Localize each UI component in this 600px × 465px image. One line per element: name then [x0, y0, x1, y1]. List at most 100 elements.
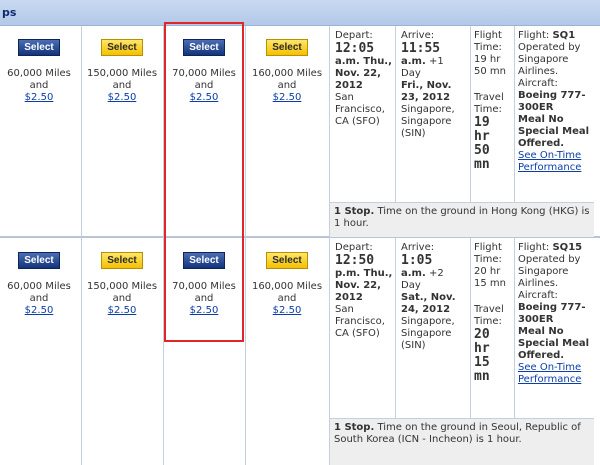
time-info: Flight Time: 19 hr 50 mn Travel Time: 19…	[474, 30, 512, 172]
fare-option: Select 160,000 Miles and $2.50	[246, 252, 328, 316]
flight-row: Select 60,000 Miles and $2.50 Select 150…	[0, 238, 600, 465]
ontime-link[interactable]: See On-Time Performance	[518, 362, 596, 386]
ontime-link[interactable]: See On-Time Performance	[518, 150, 596, 174]
operated-by: Operated by Singapore Airlines.	[518, 42, 581, 77]
fare-option: Select 150,000 Miles and $2.50	[82, 39, 162, 103]
miles-amount: 70,000 Miles	[172, 68, 236, 79]
miles-amount: 70,000 Miles	[172, 281, 236, 292]
depart-date: Nov. 22, 2012	[335, 280, 381, 303]
select-button[interactable]: Select	[183, 252, 225, 269]
flight-number: SQ1	[552, 30, 576, 41]
and-label: and	[112, 293, 132, 304]
stop-count: 1 Stop.	[334, 206, 375, 217]
aircraft-type: Boeing 777-300ER	[518, 90, 586, 113]
depart-info: Depart: 12:05 a.m. Thu., Nov. 22, 2012 S…	[335, 30, 393, 128]
select-button[interactable]: Select	[18, 252, 60, 269]
tax-price-link[interactable]: $2.50	[0, 92, 78, 103]
tax-price-link[interactable]: $2.50	[82, 305, 162, 316]
select-button[interactable]: Select	[101, 39, 143, 56]
depart-date: Nov. 22, 2012	[335, 68, 381, 91]
arrive-day-label: Day	[401, 280, 421, 291]
arrive-time: 11:55	[401, 41, 441, 56]
column-divider	[470, 238, 471, 418]
tax-price-link[interactable]: $2.50	[246, 92, 328, 103]
miles-amount: 160,000 Miles	[251, 68, 323, 79]
and-label: and	[194, 293, 214, 304]
and-label: and	[277, 293, 297, 304]
travel-time-label: Travel Time:	[474, 304, 504, 327]
flight-label: Flight:	[518, 242, 550, 253]
stop-count: 1 Stop.	[334, 422, 375, 433]
time-info: Flight Time: 20 hr 15 mn Travel Time: 20…	[474, 242, 512, 384]
select-button[interactable]: Select	[266, 39, 308, 56]
depart-info: Depart: 12:50 p.m. Thu., Nov. 22, 2012 S…	[335, 242, 393, 340]
arrive-day-label: Day	[401, 68, 421, 79]
and-label: and	[29, 293, 49, 304]
arrive-place: Singapore, Singapore (SIN)	[401, 316, 455, 351]
travel-time-label: Travel Time:	[474, 92, 504, 115]
arrive-date: Fri., Nov. 23, 2012	[401, 80, 452, 103]
column-divider	[395, 238, 396, 418]
fare-option: Select 70,000 Miles and $2.50	[164, 252, 244, 316]
depart-place: San Francisco, CA (SFO)	[335, 304, 385, 339]
select-button[interactable]: Select	[183, 39, 225, 56]
miles-amount: 60,000 Miles	[7, 281, 71, 292]
arrive-place: Singapore, Singapore (SIN)	[401, 104, 455, 139]
depart-time: 12:50	[335, 253, 375, 268]
fare-option: Select 60,000 Miles and $2.50	[0, 39, 78, 103]
depart-place: San Francisco, CA (SFO)	[335, 92, 385, 127]
select-button[interactable]: Select	[18, 39, 60, 56]
fare-option: Select 70,000 Miles and $2.50	[164, 39, 244, 103]
stop-info: 1 Stop. Time on the ground in Seoul, Rep…	[330, 418, 594, 465]
miles-amount: 60,000 Miles	[7, 68, 71, 79]
arrive-info: Arrive: 11:55 a.m. +1 Day Fri., Nov. 23,…	[401, 30, 467, 140]
select-button[interactable]: Select	[266, 252, 308, 269]
column-divider	[395, 26, 396, 202]
miles-amount: 150,000 Miles	[86, 68, 158, 79]
tax-price-link[interactable]: $2.50	[0, 305, 78, 316]
stop-info: 1 Stop. Time on the ground in Hong Kong …	[330, 202, 594, 237]
aircraft-type: Boeing 777-300ER	[518, 302, 586, 325]
and-label: and	[194, 80, 214, 91]
operated-by: Operated by Singapore Airlines.	[518, 254, 581, 289]
aircraft-label: Aircraft:	[518, 290, 558, 301]
tax-price-link[interactable]: $2.50	[246, 305, 328, 316]
miles-amount: 150,000 Miles	[86, 281, 158, 292]
select-button[interactable]: Select	[101, 252, 143, 269]
column-divider	[514, 238, 515, 418]
flight-time-label: Flight Time:	[474, 242, 502, 265]
tax-price-link[interactable]: $2.50	[164, 92, 244, 103]
depart-day: p.m. Thu.,	[335, 268, 393, 279]
flight-time-label: Flight Time:	[474, 30, 502, 53]
travel-time-value: 20 hr 15 mn	[474, 327, 490, 384]
depart-day: a.m. Thu.,	[335, 56, 392, 67]
flight-details: Flight: SQ1 Operated by Singapore Airlin…	[518, 30, 596, 174]
meal-info: Meal No Special Meal Offered.	[518, 326, 590, 361]
flight-row: Select 60,000 Miles and $2.50 Select 150…	[0, 26, 600, 237]
flight-details: Flight: SQ15 Operated by Singapore Airli…	[518, 242, 596, 386]
flight-label: Flight:	[518, 30, 550, 41]
fare-option: Select 60,000 Miles and $2.50	[0, 252, 78, 316]
arrive-info: Arrive: 1:05 a.m. +2 Day Sat., Nov. 24, …	[401, 242, 467, 352]
and-label: and	[277, 80, 297, 91]
fare-option: Select 150,000 Miles and $2.50	[82, 252, 162, 316]
arrive-ampm: a.m.	[401, 56, 426, 67]
flight-time-value: 19 hr 50 mn	[474, 54, 506, 77]
arrive-date: Sat., Nov. 24, 2012	[401, 292, 456, 315]
meal-info: Meal No Special Meal Offered.	[518, 114, 590, 149]
tax-price-link[interactable]: $2.50	[164, 305, 244, 316]
column-divider	[470, 26, 471, 202]
results-header: ps	[0, 0, 600, 26]
arrive-ampm: a.m.	[401, 268, 426, 279]
aircraft-label: Aircraft:	[518, 78, 558, 89]
arrive-plus-days: +1	[428, 56, 444, 67]
and-label: and	[112, 80, 132, 91]
tax-price-link[interactable]: $2.50	[82, 92, 162, 103]
travel-time-value: 19 hr 50 mn	[474, 115, 490, 172]
arrive-time: 1:05	[401, 253, 433, 268]
and-label: and	[29, 80, 49, 91]
fare-option: Select 160,000 Miles and $2.50	[246, 39, 328, 103]
flight-number: SQ15	[552, 242, 583, 253]
miles-amount: 160,000 Miles	[251, 281, 323, 292]
column-divider	[514, 26, 515, 202]
